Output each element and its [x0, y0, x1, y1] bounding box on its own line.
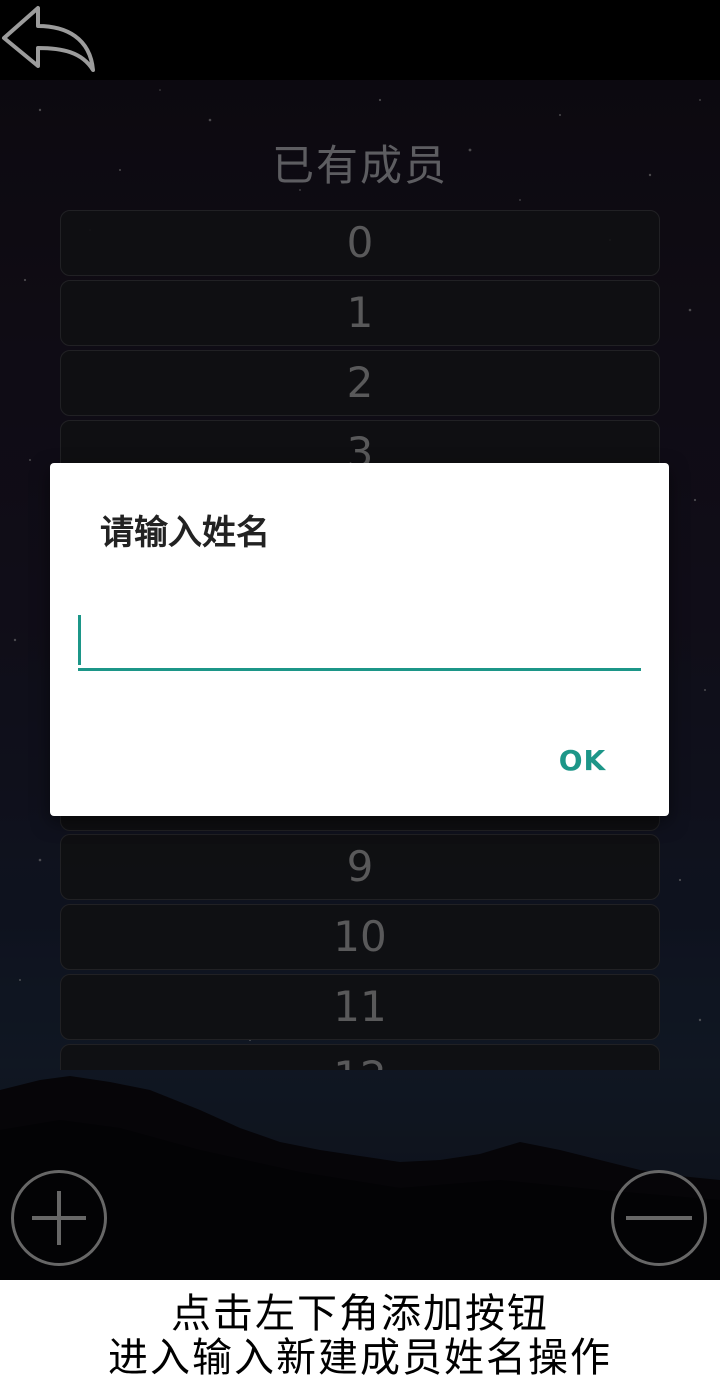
ok-button[interactable]: OK	[540, 733, 625, 789]
name-input[interactable]	[78, 613, 645, 671]
name-input-dialog: 请输入姓名 OK	[50, 463, 669, 816]
text-cursor	[78, 615, 81, 665]
input-underline	[78, 668, 641, 671]
caption-line-2: 进入输入新建成员姓名操作	[108, 1335, 612, 1381]
dialog-title: 请输入姓名	[100, 513, 270, 553]
caption: 点击左下角添加按钮 进入输入新建成员姓名操作	[0, 1280, 720, 1400]
caption-line-1: 点击左下角添加按钮	[171, 1291, 549, 1337]
